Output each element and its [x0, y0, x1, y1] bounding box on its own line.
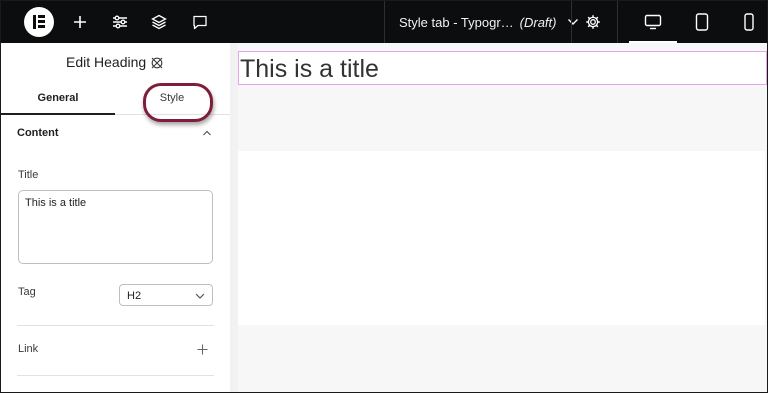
layers-icon[interactable]	[149, 12, 169, 32]
tablet-icon	[695, 13, 709, 31]
mobile-view-button[interactable]	[725, 1, 767, 43]
panel-scroll-strip[interactable]	[230, 43, 238, 392]
sliders-icon[interactable]	[110, 12, 130, 32]
tab-general[interactable]: General	[1, 81, 115, 115]
gear-icon[interactable]	[583, 12, 603, 32]
document-title-dropdown[interactable]: Style tab - Typogr… (Draft)	[384, 1, 579, 43]
tag-select-value: H2	[127, 290, 142, 302]
section-title-content[interactable]: Content	[17, 127, 59, 139]
elementor-logo-icon[interactable]	[24, 7, 54, 37]
panel-title: Edit Heading	[66, 54, 147, 70]
title-textarea[interactable]: This is a title	[18, 190, 213, 264]
desktop-view-button[interactable]	[629, 1, 677, 43]
tag-select[interactable]: H2	[119, 284, 213, 306]
link-label: Link	[18, 343, 39, 355]
document-status: (Draft)	[519, 14, 557, 30]
chevron-down-icon	[567, 19, 578, 25]
divider	[17, 325, 214, 326]
style-tab-highlight-ring	[143, 83, 213, 122]
comment-icon[interactable]	[190, 12, 210, 32]
widget-help-icon[interactable]	[150, 56, 164, 70]
chevron-down-icon	[195, 293, 205, 299]
desktop-icon	[644, 14, 662, 30]
content-section[interactable]	[238, 151, 765, 325]
divider	[17, 375, 214, 376]
editor-window: Style tab - Typogr… (Draft) Edit Heading…	[0, 0, 768, 393]
tablet-view-button[interactable]	[678, 1, 726, 43]
plus-icon[interactable]	[197, 344, 208, 355]
panel-header: Edit Heading	[1, 43, 230, 81]
tag-label: Tag	[18, 286, 36, 298]
heading-widget[interactable]: This is a title	[238, 51, 767, 85]
mobile-icon	[744, 13, 754, 31]
document-title: Style tab - Typogr…	[399, 14, 514, 30]
preview-canvas: This is a title	[238, 51, 767, 392]
chevron-up-icon[interactable]	[202, 129, 212, 137]
plus-icon[interactable]	[70, 12, 90, 32]
title-label: Title	[18, 169, 39, 181]
heading-text: This is a title	[240, 55, 379, 83]
top-bar: Style tab - Typogr… (Draft)	[1, 1, 767, 43]
